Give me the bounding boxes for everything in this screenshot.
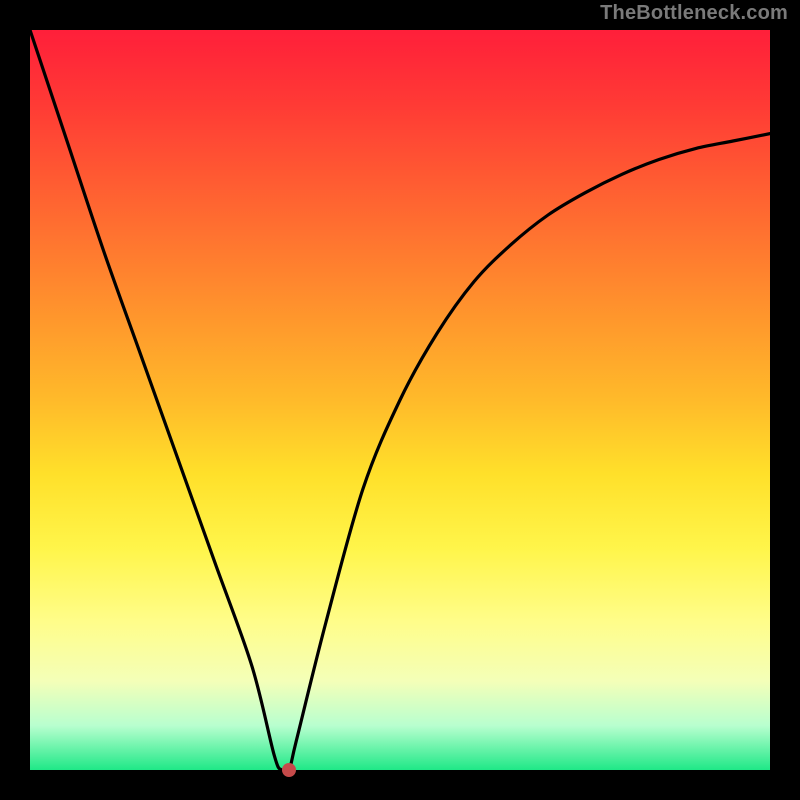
optimum-marker (282, 763, 296, 777)
chart-frame: TheBottleneck.com (0, 0, 800, 800)
watermark-text: TheBottleneck.com (600, 2, 788, 25)
bottleneck-curve (30, 30, 770, 770)
plot-area (30, 30, 770, 770)
